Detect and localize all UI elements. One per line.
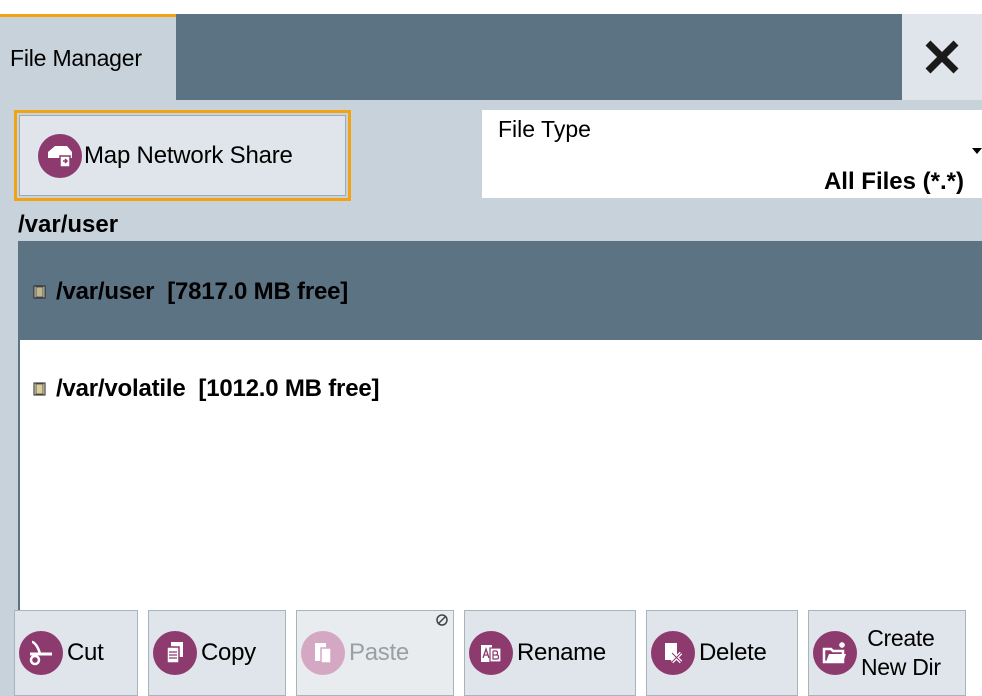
dropdown-arrow-icon [972,148,982,154]
delete-label: Delete [699,639,767,666]
cut-button[interactable]: Cut [14,610,138,696]
file-type-label: File Type [498,116,591,142]
map-network-share-button[interactable]: Map Network Share [14,110,351,201]
cut-label: Cut [67,639,104,666]
rename-label: Rename [517,639,606,666]
close-button[interactable] [902,14,982,100]
delete-button[interactable]: Delete [646,610,798,696]
tab-label: File Manager [10,45,142,71]
file-type-select[interactable]: File Type All Files (*.*) [482,110,982,198]
create-new-dir-line1: Create [867,625,935,651]
network-share-icon [38,133,82,178]
copy-icon [153,631,197,675]
tab-file-manager[interactable]: File Manager [0,14,176,100]
list-item[interactable]: /var/user [7817.0 MB free] [20,243,982,340]
current-path: /var/user [18,211,119,238]
copy-label: Copy [201,639,256,666]
copy-button[interactable]: Copy [148,610,286,696]
title-bar: File Manager [0,14,982,100]
rename-icon [469,631,513,675]
delete-icon [651,631,695,675]
drive-label: /var/volatile [1012.0 MB free] [56,374,380,402]
drive-label: /var/user [7817.0 MB free] [56,277,349,305]
close-icon [925,40,959,74]
paste-icon [301,631,345,675]
paste-label: Paste [349,639,409,666]
create-new-dir-label: Create New Dir [861,624,941,682]
drive-icon [33,285,46,298]
file-type-value: All Files (*.*) [823,168,964,195]
create-new-dir-line2: New Dir [861,654,941,680]
scissors-icon [19,631,63,675]
drive-icon [33,382,46,395]
rename-button[interactable]: Rename [464,610,636,696]
new-folder-icon [813,631,857,675]
paste-button[interactable]: Paste [296,610,454,696]
create-new-dir-button[interactable]: Create New Dir [808,610,966,696]
map-network-share-label: Map Network Share [84,141,293,169]
file-manager-panel: Map Network Share File Type All Files (*… [0,100,982,696]
disabled-icon [436,614,448,626]
list-item[interactable]: /var/volatile [1012.0 MB free] [20,340,982,437]
map-network-share-face[interactable]: Map Network Share [19,115,346,196]
